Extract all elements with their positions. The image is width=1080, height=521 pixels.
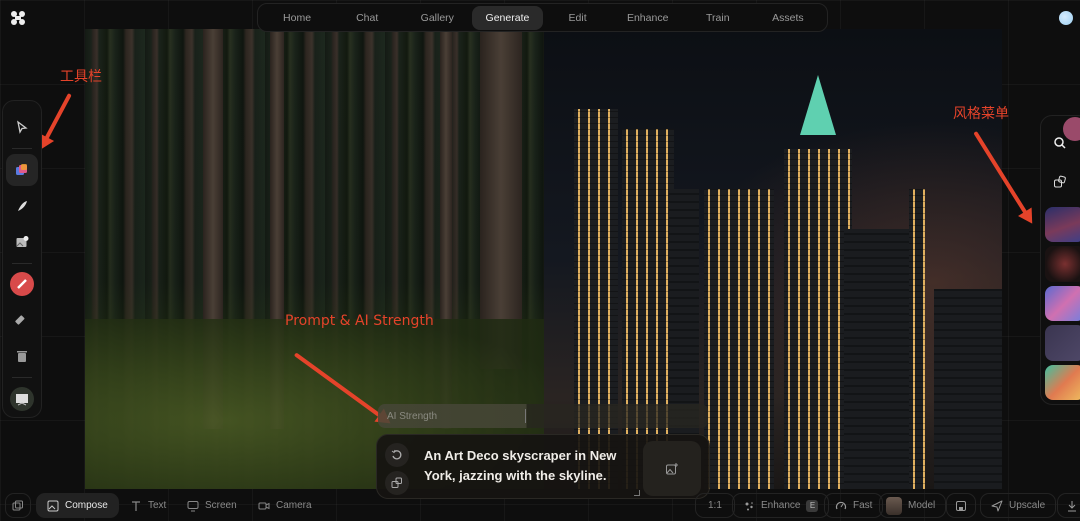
- enhance-button[interactable]: Enhance E: [732, 493, 830, 518]
- save-icon: [956, 500, 966, 511]
- enhance-shortcut: E: [806, 499, 819, 512]
- reset-prompt-button[interactable]: [385, 443, 409, 467]
- tab-edit[interactable]: Edit: [543, 6, 613, 30]
- mode-compose-label: Compose: [65, 500, 108, 511]
- image-prompt-button[interactable]: [643, 441, 701, 496]
- speed-label: Fast: [853, 500, 873, 511]
- top-nav: Home Chat Gallery Generate Edit Enhance …: [257, 3, 828, 32]
- reset-icon: [391, 449, 402, 460]
- layers-button[interactable]: [5, 493, 31, 518]
- mode-camera-label: Camera: [276, 500, 312, 511]
- annotation-stylemenu: 风格菜单: [953, 106, 1009, 122]
- style-thumbnail-4[interactable]: [1045, 325, 1080, 361]
- tool-brush[interactable]: [6, 190, 38, 222]
- aspect-ratio-button[interactable]: 1:1: [695, 493, 735, 518]
- tool-generate[interactable]: [6, 153, 38, 186]
- easel-icon: [10, 387, 34, 412]
- model-label: Model: [908, 500, 936, 511]
- layers-icon: [16, 163, 27, 175]
- user-avatar[interactable]: [1059, 11, 1073, 25]
- upscale-label: Upscale: [1009, 500, 1046, 511]
- annotation-toolbar: 工具栏: [60, 69, 102, 85]
- save-button[interactable]: [946, 493, 976, 518]
- ai-strength-slider[interactable]: AI Strength: [378, 404, 708, 428]
- dice-icon: [391, 477, 402, 488]
- logo-icon[interactable]: [10, 10, 26, 26]
- annotation-prompt: Prompt & AI Strength: [285, 313, 434, 329]
- aspect-ratio-label: 1:1: [708, 500, 722, 511]
- pointer-icon: [17, 120, 28, 134]
- divider: [12, 377, 32, 379]
- mode-compose[interactable]: Compose: [36, 493, 119, 518]
- image-add-icon: [16, 235, 29, 247]
- style-random-button[interactable]: [1045, 168, 1075, 198]
- style-thumbnail-2[interactable]: [1045, 246, 1080, 282]
- mode-text[interactable]: Text: [119, 493, 177, 518]
- speed-button[interactable]: Fast: [824, 493, 884, 518]
- text-icon: [132, 500, 140, 511]
- tab-train[interactable]: Train: [683, 6, 753, 30]
- enhance-label: Enhance: [761, 500, 801, 511]
- bottom-bar: Compose Text Screen Camera 1:1 Enhance E…: [0, 489, 1080, 521]
- divider: [12, 147, 32, 149]
- feather-icon: [18, 200, 27, 211]
- style-avatar[interactable]: [1063, 117, 1080, 141]
- trash-icon: [17, 351, 27, 363]
- image-add-icon: [666, 462, 678, 474]
- gauge-icon: [835, 501, 847, 509]
- copy-icon: [12, 500, 23, 510]
- style-thumbnail-3[interactable]: [1045, 285, 1080, 322]
- search-icon: [1054, 137, 1066, 149]
- tab-chat[interactable]: Chat: [332, 6, 402, 30]
- upscale-button[interactable]: Upscale: [980, 493, 1057, 518]
- style-thumbnail-1[interactable]: [1045, 207, 1080, 243]
- tool-delete[interactable]: [6, 340, 38, 372]
- ai-strength-label: AI Strength: [387, 410, 438, 422]
- download-button[interactable]: [1057, 493, 1080, 518]
- tool-add-image[interactable]: [6, 226, 38, 258]
- monitor-icon: [187, 500, 199, 511]
- dice-icon: [1054, 175, 1066, 188]
- toolbar: [2, 100, 42, 418]
- ai-strength-handle[interactable]: [525, 409, 526, 423]
- sparkle-icon: [745, 501, 753, 510]
- download-icon: [1068, 500, 1076, 511]
- tool-eraser[interactable]: [6, 304, 38, 336]
- send-icon: [991, 500, 1003, 511]
- model-button[interactable]: Model: [879, 493, 947, 518]
- mode-screen[interactable]: Screen: [176, 493, 248, 518]
- tool-canvas[interactable]: [6, 383, 38, 415]
- tab-generate[interactable]: Generate: [472, 5, 543, 30]
- style-menu: [1040, 115, 1080, 405]
- tab-home[interactable]: Home: [262, 6, 332, 30]
- pencil-icon: [10, 272, 34, 297]
- prompt-input[interactable]: An Art Deco skyscraper in New York, jazz…: [424, 446, 644, 486]
- tab-enhance[interactable]: Enhance: [613, 6, 683, 30]
- image-icon: [47, 500, 59, 511]
- eraser-icon: [15, 315, 25, 325]
- mode-camera[interactable]: Camera: [247, 493, 323, 518]
- model-avatar: [886, 496, 902, 515]
- tab-assets[interactable]: Assets: [753, 6, 823, 30]
- mode-text-label: Text: [148, 500, 167, 511]
- tool-draw[interactable]: [6, 269, 38, 301]
- tab-gallery[interactable]: Gallery: [402, 6, 472, 30]
- tool-select[interactable]: [6, 111, 38, 143]
- camera-icon: [258, 502, 270, 509]
- mode-screen-label: Screen: [205, 500, 237, 511]
- style-thumbnail-5[interactable]: [1045, 364, 1080, 401]
- divider: [12, 262, 32, 264]
